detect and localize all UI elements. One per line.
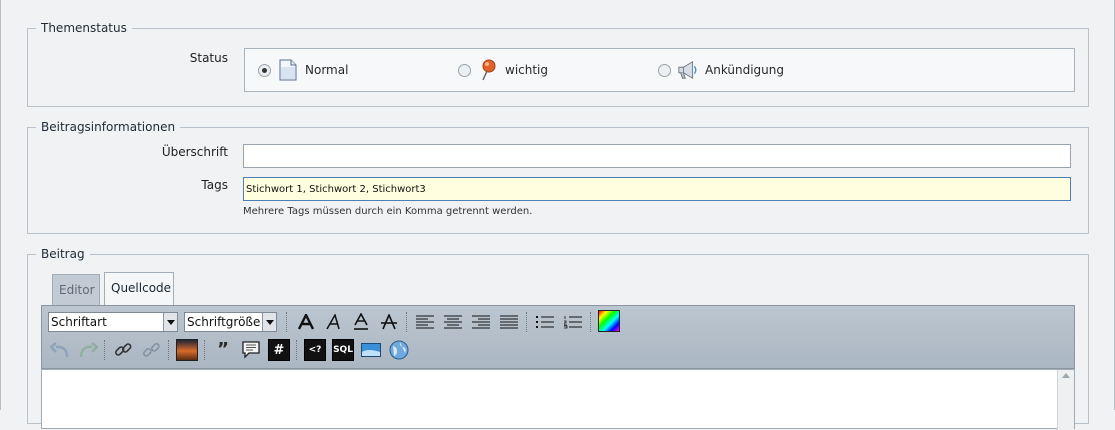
title-input[interactable] xyxy=(243,144,1071,168)
font-family-select[interactable]: Schriftart xyxy=(48,312,178,332)
quote-icon[interactable]: ” xyxy=(212,339,234,361)
globe-icon[interactable] xyxy=(388,339,410,361)
numbered-list-icon[interactable] xyxy=(562,311,584,333)
chevron-down-icon xyxy=(163,313,177,331)
title-label: Überschrift xyxy=(161,145,228,159)
pushpin-icon xyxy=(477,59,499,81)
align-center-icon[interactable] xyxy=(442,311,464,333)
status-option-wichtig-label: wichtig xyxy=(505,63,549,77)
status-option-ankuendigung[interactable]: Ankündigung xyxy=(658,59,784,81)
status-option-ankuendigung-label: Ankündigung xyxy=(705,63,785,77)
status-radio-group: Normal wichtig Ankündigung xyxy=(244,48,1075,92)
strikethrough-icon[interactable] xyxy=(378,311,400,333)
window-left-border xyxy=(0,0,1,410)
editor-toolbar: Schriftart Schriftgröße ” # <? SQL xyxy=(41,305,1075,369)
align-left-icon[interactable] xyxy=(414,311,436,333)
hash-icon[interactable]: # xyxy=(268,339,290,361)
align-right-icon[interactable] xyxy=(470,311,492,333)
unlink-icon[interactable] xyxy=(140,339,162,361)
toolbar-separator xyxy=(296,340,297,360)
toolbar-separator xyxy=(168,340,169,360)
code-icon[interactable]: <? xyxy=(304,339,326,361)
status-option-normal-label: Normal xyxy=(305,63,349,77)
topic-status-legend: Themenstatus xyxy=(36,21,132,35)
scroll-up-icon[interactable] xyxy=(1062,373,1070,378)
toolbar-separator xyxy=(286,312,287,332)
tags-hint: Mehrere Tags müssen durch ein Komma getr… xyxy=(243,206,533,217)
status-radio-normal[interactable] xyxy=(258,63,271,77)
status-label: Status xyxy=(189,51,228,65)
toolbar-separator xyxy=(406,312,407,332)
font-size-select[interactable]: Schriftgröße xyxy=(184,312,277,332)
post-info-fieldset: Beitragsinformationen Überschrift Tags M… xyxy=(27,120,1089,234)
topic-status-fieldset: Themenstatus Status Normal wichtig Ankün… xyxy=(27,21,1089,107)
bold-icon[interactable] xyxy=(295,311,317,333)
toolbar-separator xyxy=(104,340,105,360)
underline-icon[interactable] xyxy=(350,311,372,333)
sql-icon[interactable]: SQL xyxy=(332,339,354,361)
undo-icon[interactable] xyxy=(49,339,71,361)
chevron-down-icon xyxy=(262,313,276,331)
comment-icon[interactable] xyxy=(240,339,262,361)
status-radio-ankuendigung[interactable] xyxy=(658,63,671,77)
align-justify-icon[interactable] xyxy=(498,311,520,333)
status-option-wichtig[interactable]: wichtig xyxy=(458,59,548,81)
italic-icon[interactable] xyxy=(322,311,344,333)
font-size-select-value: Schriftgröße xyxy=(187,315,261,329)
text-color-icon[interactable] xyxy=(598,310,620,332)
post-info-legend: Beitragsinformationen xyxy=(36,120,181,134)
toolbar-separator xyxy=(526,312,527,332)
font-family-select-value: Schriftart xyxy=(51,315,107,329)
status-option-normal[interactable]: Normal xyxy=(258,59,348,81)
media-icon[interactable] xyxy=(360,339,382,361)
tags-label: Tags xyxy=(201,178,228,192)
image-icon[interactable] xyxy=(176,339,198,361)
tab-source-code[interactable]: Quellcode xyxy=(104,272,174,306)
toolbar-separator xyxy=(204,340,205,360)
document-icon xyxy=(277,59,299,81)
tab-editor[interactable]: Editor xyxy=(52,274,100,306)
bullet-list-icon[interactable] xyxy=(534,311,556,333)
post-legend: Beitrag xyxy=(36,247,90,261)
post-fieldset: Beitrag Editor Quellcode Schriftart Schr… xyxy=(27,247,1089,430)
toolbar-separator xyxy=(590,312,591,332)
status-radio-wichtig[interactable] xyxy=(458,63,471,77)
megaphone-icon xyxy=(677,59,699,81)
vertical-scrollbar[interactable] xyxy=(1057,370,1074,430)
redo-icon[interactable] xyxy=(77,339,99,361)
link-icon[interactable] xyxy=(112,339,134,361)
source-code-textarea[interactable] xyxy=(41,369,1075,430)
tags-input[interactable] xyxy=(243,177,1071,201)
